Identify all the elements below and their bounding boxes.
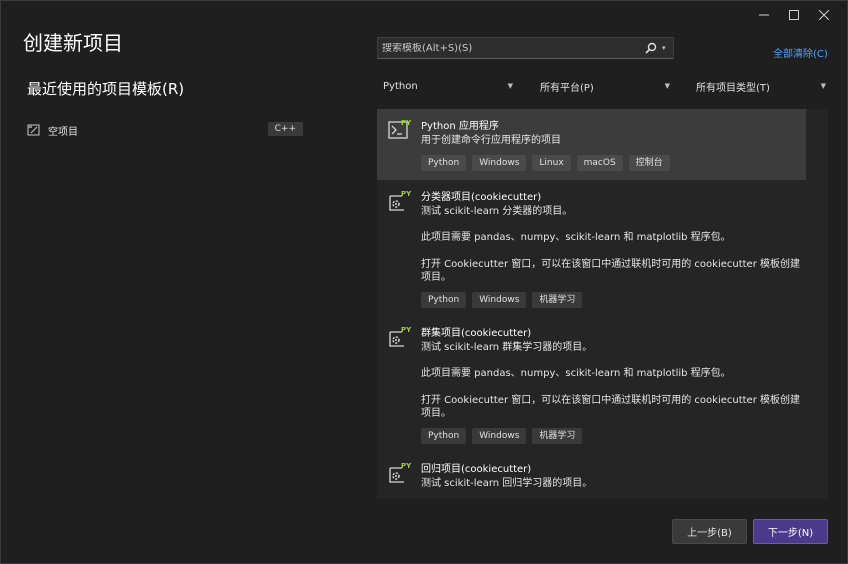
empty-project-icon xyxy=(27,124,40,136)
chevron-down-icon: ▼ xyxy=(507,82,513,90)
template-title: 分类器项目(cookiecutter) xyxy=(421,192,542,203)
chevron-down-icon: ▼ xyxy=(820,82,826,90)
project-type-filter-value: 所有项目类型(T) xyxy=(696,82,770,94)
window-controls xyxy=(749,5,839,25)
template-list-scrollbar[interactable] xyxy=(806,109,828,499)
template-item-clustering[interactable]: PY 群集项目(cookiecutter) 测试 scikit-learn 群集… xyxy=(377,316,806,452)
template-description: 此项目需要 pandas、numpy、scikit-learn 和 matplo… xyxy=(421,368,731,379)
language-filter-dropdown[interactable]: Python ▼ xyxy=(377,75,519,97)
template-title: 回归项目(cookiecutter) xyxy=(421,464,532,475)
template-description: 测试 scikit-learn 分类器的项目。 xyxy=(421,206,573,217)
template-description: 打开 Cookiecutter 窗口，可以在该窗口中通过联机时可用的 cooki… xyxy=(421,259,800,283)
platform-filter-value: 所有平台(P) xyxy=(540,82,594,94)
svg-text:PY: PY xyxy=(401,119,412,127)
tag: Windows xyxy=(472,155,527,171)
language-tag: C++ xyxy=(267,122,303,136)
template-description: 测试 scikit-learn 回归学习器的项目。 xyxy=(421,478,593,489)
clear-all-link[interactable]: 全部清除(C) xyxy=(773,45,828,60)
recent-template-label: 空项目 xyxy=(48,126,78,138)
platform-filter-dropdown[interactable]: 所有平台(P) ▼ xyxy=(534,75,676,97)
template-tags: Python Windows 机器学习 xyxy=(421,428,583,444)
close-icon[interactable] xyxy=(809,5,839,25)
template-tags: Python Windows 机器学习 xyxy=(421,292,583,308)
page-title: 创建新项目 xyxy=(23,31,123,55)
tag: 机器学习 xyxy=(532,428,583,444)
template-list[interactable]: PY Python 应用程序 用于创建命令行应用程序的项目 Python Win… xyxy=(377,109,828,499)
tag: Linux xyxy=(532,155,571,171)
tag: Windows xyxy=(472,428,527,444)
template-item-classifier[interactable]: PY 分类器项目(cookiecutter) 测试 scikit-learn 分… xyxy=(377,180,806,316)
template-title: Python 应用程序 xyxy=(421,121,499,132)
template-description: 用于创建命令行应用程序的项目 xyxy=(421,135,561,146)
template-tags: Python Windows Linux macOS 控制台 xyxy=(421,155,670,171)
language-filter-value: Python xyxy=(383,80,418,92)
recent-template-item[interactable]: 空项目 C++ xyxy=(27,121,303,139)
python-cookiecutter-icon: PY xyxy=(389,326,412,347)
svg-text:PY: PY xyxy=(401,190,412,198)
tag: Python xyxy=(421,292,467,308)
template-title: 群集项目(cookiecutter) xyxy=(421,328,532,339)
tag: Windows xyxy=(472,292,527,308)
svg-text:PY: PY xyxy=(401,462,412,470)
project-type-filter-dropdown[interactable]: 所有项目类型(T) ▼ xyxy=(690,75,832,97)
template-item-python-app[interactable]: PY Python 应用程序 用于创建命令行应用程序的项目 Python Win… xyxy=(377,109,806,180)
tag: Python xyxy=(421,428,467,444)
template-description: 此项目需要 pandas、numpy、scikit-learn 和 matplo… xyxy=(421,232,731,243)
tag: macOS xyxy=(576,155,623,171)
chevron-down-icon: ▼ xyxy=(664,82,670,90)
template-search-box[interactable]: ▾ xyxy=(377,37,674,59)
python-cookiecutter-icon: PY xyxy=(389,190,412,211)
template-description: 测试 scikit-learn 群集学习器的项目。 xyxy=(421,342,593,353)
back-button[interactable]: 上一步(B) xyxy=(672,519,747,544)
svg-text:PY: PY xyxy=(401,326,412,334)
recent-templates-heading: 最近使用的项目模板(R) xyxy=(27,80,185,98)
python-app-icon: PY xyxy=(388,119,412,139)
next-button[interactable]: 下一步(N) xyxy=(753,519,828,544)
tag: Python xyxy=(421,155,467,171)
tag: 控制台 xyxy=(628,155,670,171)
search-icon[interactable] xyxy=(640,39,662,57)
chevron-down-icon[interactable]: ▾ xyxy=(662,44,670,52)
template-description: 打开 Cookiecutter 窗口，可以在该窗口中通过联机时可用的 cooki… xyxy=(421,395,800,419)
minimize-icon[interactable] xyxy=(749,5,779,25)
maximize-icon[interactable] xyxy=(779,5,809,25)
tag: 机器学习 xyxy=(532,292,583,308)
search-input[interactable] xyxy=(382,42,640,54)
template-item-regression[interactable]: PY 回归项目(cookiecutter) 测试 scikit-learn 回归… xyxy=(377,452,806,499)
create-project-window: 创建新项目 最近使用的项目模板(R) 空项目 C++ ▾ 全部清除(C) Pyt… xyxy=(0,0,848,564)
python-cookiecutter-icon: PY xyxy=(389,462,412,483)
